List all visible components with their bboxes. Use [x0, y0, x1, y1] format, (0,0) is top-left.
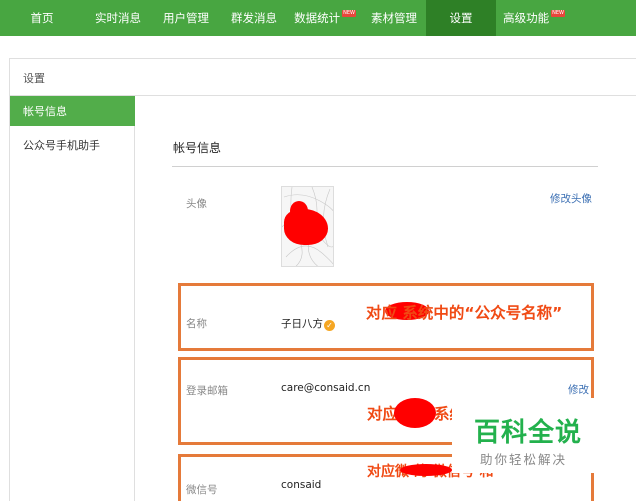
wechat-id-value: consaid — [281, 479, 322, 491]
page-title: 帐号信息 — [173, 141, 222, 155]
sidebar-item-label: 公众号手机助手 — [23, 139, 100, 152]
nav-item-realtime-messages[interactable]: 实时消息 — [84, 0, 152, 36]
divider — [172, 166, 598, 167]
new-badge: NEW — [551, 9, 565, 17]
nav-item-label: 群发消息 — [231, 11, 277, 25]
nav-item-label: 实时消息 — [95, 11, 141, 25]
new-badge: NEW — [342, 9, 356, 17]
nav-item-advanced[interactable]: 高级功能 NEW — [496, 0, 572, 36]
nav-item-statistics[interactable]: 数据统计 NEW — [288, 0, 362, 36]
top-nav-bar: 首页 实时消息 用户管理 群发消息 数据统计 NEW 素材管理 设置 高级功能 NE… — [0, 0, 636, 36]
avatar-label: 头像 — [186, 198, 207, 210]
email-value: care@consaid.cn — [281, 382, 371, 394]
watermark-title: 百科全说 — [474, 418, 583, 448]
name-value: 子日八方 — [281, 318, 323, 330]
change-avatar-link[interactable]: 修改头像 — [550, 191, 592, 206]
nav-item-label: 设置 — [449, 11, 473, 25]
nav-item-mass-message[interactable]: 群发消息 — [220, 0, 288, 36]
nav-item-materials[interactable]: 素材管理 — [362, 0, 426, 36]
nav-item-user-management[interactable]: 用户管理 — [152, 0, 220, 36]
sidebar-item-label: 帐号信息 — [23, 105, 67, 118]
nav-item-label: 首页 — [30, 11, 54, 25]
email-label: 登录邮箱 — [186, 385, 228, 397]
redaction-mark — [400, 464, 452, 476]
name-label: 名称 — [186, 318, 207, 330]
nav-item-label: 高级功能 — [503, 11, 550, 25]
nav-item-label: 用户管理 — [163, 11, 209, 25]
nav-item-settings[interactable]: 设置 — [426, 0, 496, 36]
verified-icon: ✓ — [324, 320, 335, 331]
watermark: 百科全说 助你轻松解决 — [452, 398, 612, 473]
avatar — [281, 186, 334, 267]
sidebar-item-account-info[interactable]: 帐号信息 — [10, 96, 135, 126]
annotation-name: 对应 系统中的“公众号名称” — [366, 304, 563, 322]
wechat-id-label: 微信号 — [186, 484, 218, 496]
nav-item-label: 素材管理 — [371, 11, 417, 25]
change-email-link[interactable]: 修改 — [568, 382, 589, 397]
redaction-mark — [290, 201, 308, 221]
name-value-wrap: 子日八方 ✓ — [281, 316, 335, 331]
watermark-subtitle: 助你轻松解决 — [480, 452, 568, 467]
sidebar-item-mobile-assistant[interactable]: 公众号手机助手 — [10, 130, 135, 160]
redaction-mark — [394, 398, 436, 428]
nav-item-label: 数据统计 — [294, 11, 341, 25]
nav-item-home[interactable]: 首页 — [0, 0, 84, 36]
sidebar: 帐号信息 公众号手机助手 — [9, 96, 135, 501]
breadcrumb: 设置 — [9, 58, 636, 96]
breadcrumb-label: 设置 — [23, 72, 45, 85]
